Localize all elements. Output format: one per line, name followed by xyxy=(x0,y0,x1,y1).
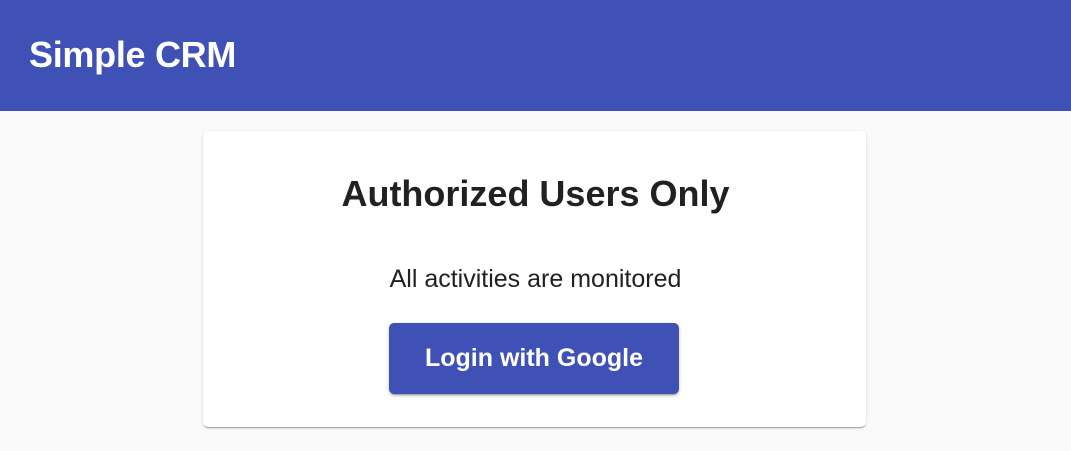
login-with-google-button[interactable]: Login with Google xyxy=(389,323,679,394)
monitoring-notice: All activities are monitored xyxy=(389,265,682,293)
app-bar: Simple CRM xyxy=(0,0,1071,111)
app-title: Simple CRM xyxy=(29,34,237,75)
login-heading: Authorized Users Only xyxy=(341,173,730,214)
